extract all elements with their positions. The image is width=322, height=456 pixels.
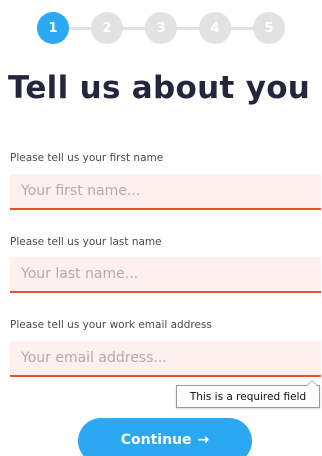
step-5[interactable]: 5 (253, 12, 285, 44)
first-name-field[interactable] (10, 174, 321, 210)
arrow-right-icon: → (197, 432, 210, 448)
tooltip-text: This is a required field (189, 390, 307, 403)
signup-step-page: 1 2 3 4 5 Tell us about you Please tell … (0, 0, 322, 456)
required-field-tooltip: This is a required field (176, 385, 320, 408)
email-field[interactable] (10, 341, 321, 377)
step-4[interactable]: 4 (199, 12, 231, 44)
progress-stepper: 1 2 3 4 5 (37, 12, 285, 44)
continue-button-label: Continue (120, 432, 192, 448)
last-name-label: Please tell us your last name (10, 236, 162, 248)
tooltip-arrow-inner (307, 381, 317, 386)
email-label: Please tell us your work email address (10, 319, 212, 331)
last-name-field[interactable] (10, 257, 321, 293)
step-1[interactable]: 1 (37, 12, 69, 44)
step-3[interactable]: 3 (145, 12, 177, 44)
first-name-label: Please tell us your first name (10, 152, 164, 164)
continue-button[interactable]: Continue → (78, 418, 252, 456)
step-2[interactable]: 2 (91, 12, 123, 44)
page-title: Tell us about you (8, 70, 311, 106)
